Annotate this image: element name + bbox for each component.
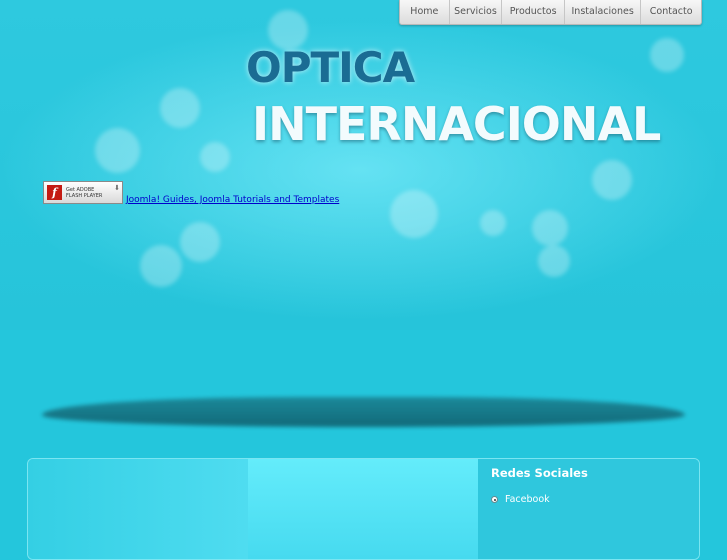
site-logo-line1: OPTICA <box>246 43 415 92</box>
header-shadow-bar <box>42 397 685 427</box>
content-column-middle <box>248 459 478 559</box>
bokeh-light <box>95 128 140 173</box>
bokeh-light <box>592 160 632 200</box>
flash-badge-line2: FLASH PLAYER <box>66 192 103 199</box>
social-section-title: Redes Sociales <box>491 466 588 480</box>
nav-item-contacto[interactable]: Contacto <box>641 0 701 24</box>
bullet-icon <box>491 496 498 503</box>
social-link-label: Facebook <box>505 494 550 505</box>
bokeh-light <box>200 142 230 172</box>
bokeh-light <box>480 210 506 236</box>
bokeh-light <box>538 245 570 277</box>
bokeh-light <box>390 190 438 238</box>
nav-item-servicios[interactable]: Servicios <box>450 0 503 24</box>
social-link-facebook[interactable]: Facebook <box>491 494 550 505</box>
bokeh-light <box>650 38 684 72</box>
site-logo-line2: INTERNACIONAL <box>252 97 661 151</box>
top-nav-menu: Home Servicios Productos Instalaciones C… <box>399 0 702 25</box>
nav-item-home[interactable]: Home <box>400 0 450 24</box>
nav-item-instalaciones[interactable]: Instalaciones <box>565 0 642 24</box>
nav-item-productos[interactable]: Productos <box>502 0 565 24</box>
flash-logo-icon: f <box>47 185 62 200</box>
bokeh-light <box>160 88 200 128</box>
download-arrow-icon: ⬇ <box>114 184 120 192</box>
bokeh-light <box>140 245 182 287</box>
bokeh-light <box>180 222 220 262</box>
joomla-promo-link[interactable]: Joomla! Guides, Joomla Tutorials and Tem… <box>126 195 339 205</box>
content-column-left <box>28 459 248 559</box>
get-flash-player-button[interactable]: f Get ADOBE FLASH PLAYER ⬇ <box>43 181 123 204</box>
bokeh-light <box>532 210 568 246</box>
flash-badge-text: Get ADOBE FLASH PLAYER <box>66 187 102 199</box>
